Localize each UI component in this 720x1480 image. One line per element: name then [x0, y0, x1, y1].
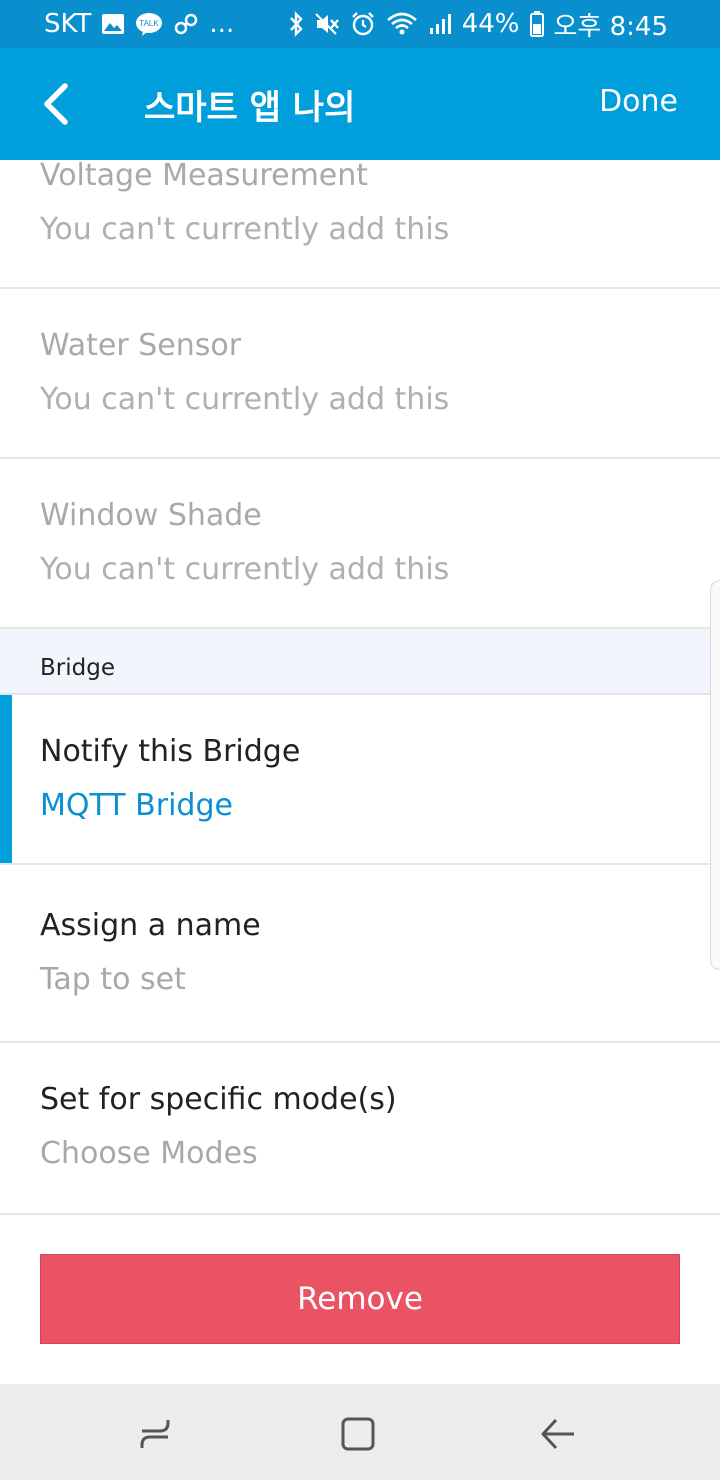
item-subtitle: You can't currently add this: [40, 552, 450, 587]
signal-icon: [428, 12, 452, 36]
more-notifications: ...: [209, 9, 235, 39]
item-subtitle: You can't currently add this: [40, 212, 450, 247]
status-right: 44% 오후 8:45: [288, 6, 668, 43]
battery-icon: [529, 11, 544, 37]
page-title: 스마트 앱 나의: [144, 88, 356, 128]
list-item-assign-name[interactable]: Assign a name Tap to set: [0, 865, 720, 1043]
bluetooth-icon: [288, 11, 304, 37]
list-item-window-shade[interactable]: Window Shade You can't currently add thi…: [0, 459, 720, 629]
item-subtitle: Choose Modes: [40, 1136, 258, 1171]
back-icon: [541, 1418, 574, 1450]
scroll-indicator[interactable]: [710, 580, 720, 970]
list-item-notify-bridge[interactable]: Notify this Bridge MQTT Bridge: [0, 695, 720, 865]
item-title: Assign a name: [40, 908, 261, 943]
app-header: 스마트 앱 나의 Done: [0, 48, 720, 160]
settings-list: Voltage Measurement You can't currently …: [0, 158, 720, 1215]
kakaotalk-icon: TALK: [135, 12, 163, 36]
status-bar: SKT TALK ... 44% 오후 8:45: [0, 0, 720, 48]
recent-apps-button[interactable]: [136, 1414, 176, 1454]
item-value: MQTT Bridge: [40, 788, 233, 823]
remove-button[interactable]: Remove: [40, 1254, 680, 1344]
carrier-label: SKT: [44, 9, 92, 39]
item-subtitle: Tap to set: [40, 962, 186, 997]
battery-percent: 44%: [461, 9, 520, 39]
item-subtitle: You can't currently add this: [40, 382, 450, 417]
gallery-icon: [101, 13, 125, 35]
alarm-icon: [350, 11, 376, 37]
nav-back-button[interactable]: [538, 1414, 578, 1454]
link-icon: [173, 12, 199, 36]
recent-apps-icon: [140, 1420, 170, 1448]
clock: 오후 8:45: [553, 11, 669, 42]
system-nav-bar: [0, 1384, 720, 1480]
svg-text:TALK: TALK: [140, 19, 160, 28]
home-icon: [341, 1417, 375, 1451]
item-title: Window Shade: [40, 498, 262, 533]
list-item-specific-modes[interactable]: Set for specific mode(s) Choose Modes: [0, 1043, 720, 1215]
item-title: Voltage Measurement: [40, 158, 369, 193]
selection-indicator: [0, 695, 12, 863]
home-button[interactable]: [338, 1414, 378, 1454]
list-item-water-sensor[interactable]: Water Sensor You can't currently add thi…: [0, 289, 720, 459]
status-left: SKT TALK ...: [44, 9, 234, 39]
mute-icon: [314, 12, 340, 36]
chevron-left-icon: [44, 83, 68, 125]
list-item-voltage-measurement[interactable]: Voltage Measurement You can't currently …: [0, 158, 720, 289]
section-label: Bridge: [40, 655, 115, 681]
back-button[interactable]: [30, 78, 82, 130]
item-title: Water Sensor: [40, 328, 242, 363]
done-button[interactable]: Done: [599, 84, 678, 119]
item-title: Notify this Bridge: [40, 734, 301, 769]
section-header-bridge: Bridge: [0, 629, 720, 695]
item-title: Set for specific mode(s): [40, 1082, 397, 1117]
wifi-icon: [386, 11, 418, 37]
